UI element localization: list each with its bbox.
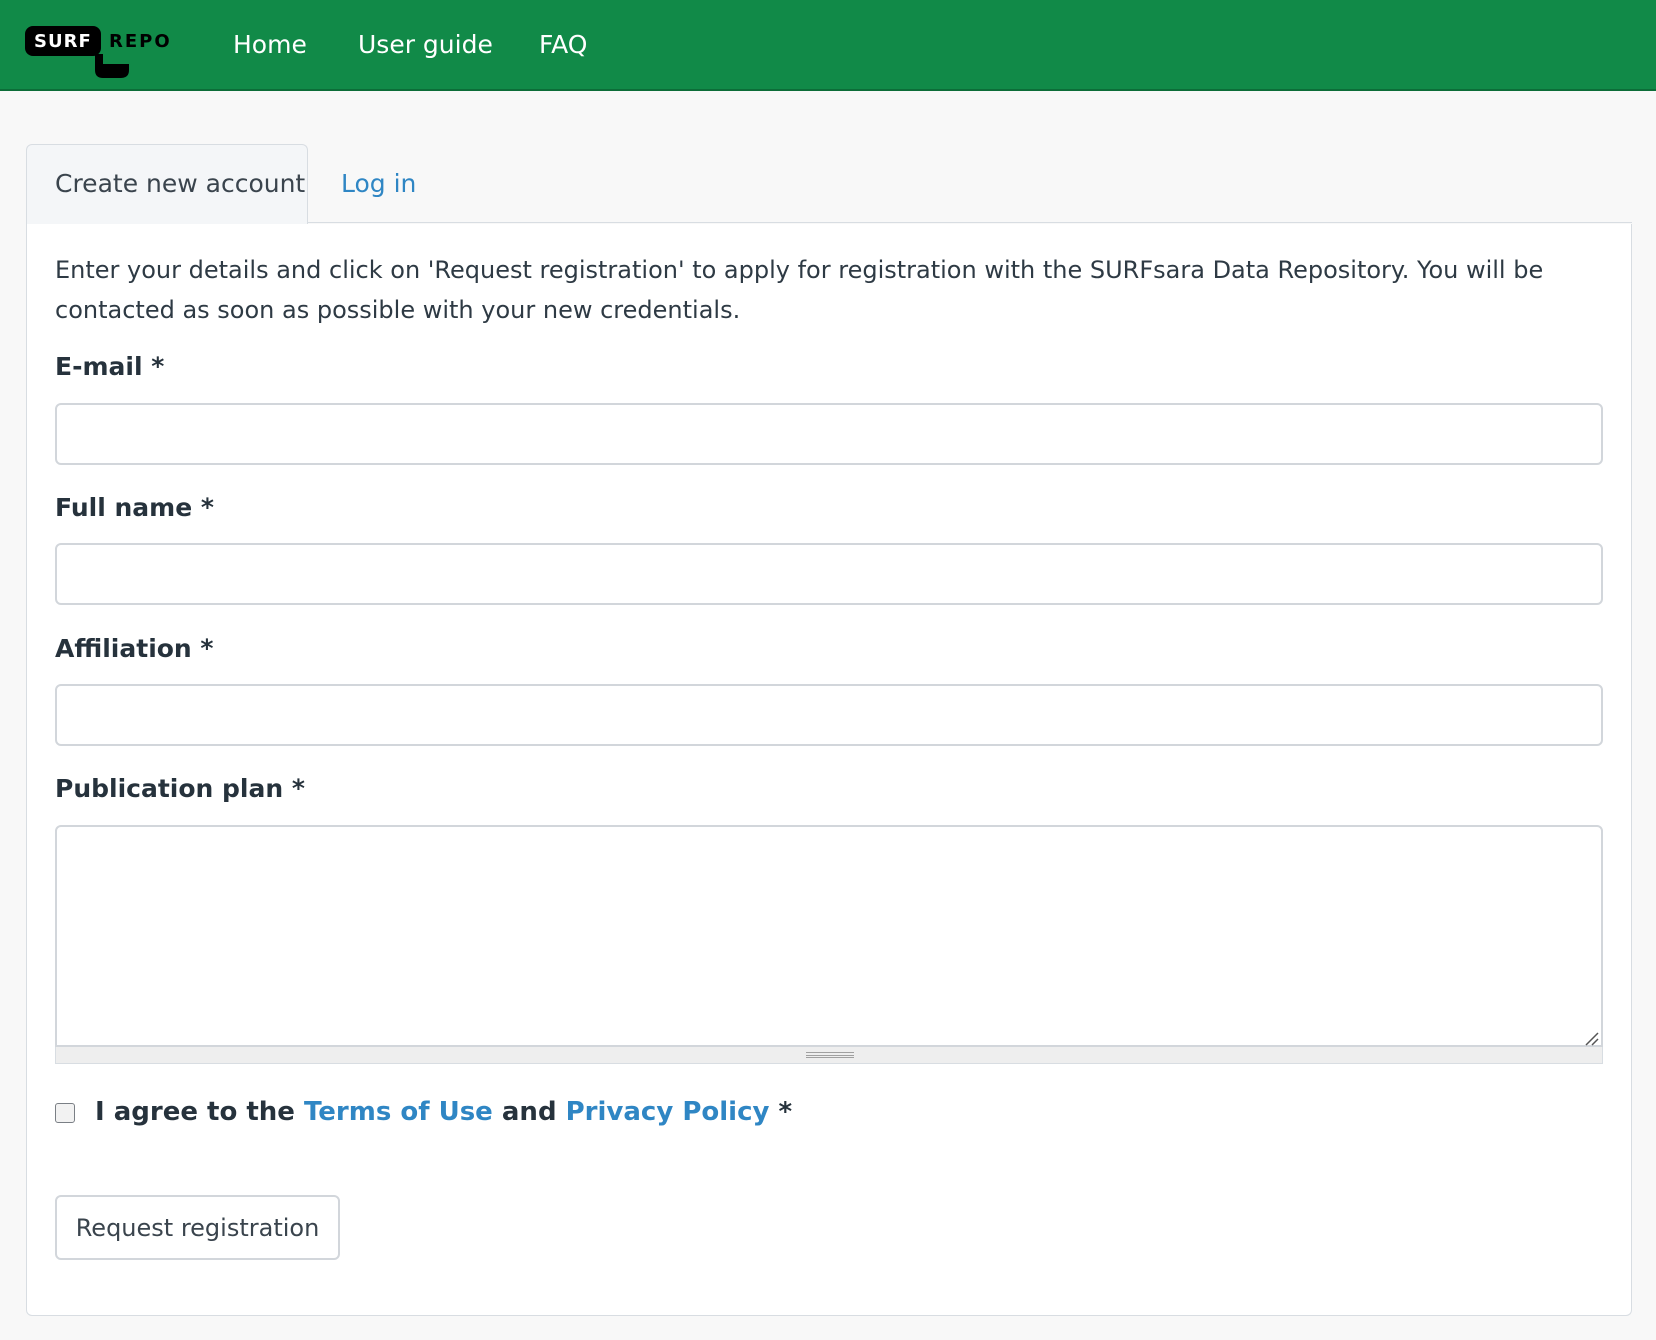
- logo-text-surf: SURF: [34, 31, 92, 52]
- agree-prefix: I agree to the: [95, 1097, 295, 1127]
- surf-repo-logo[interactable]: SURF REPO: [25, 26, 180, 80]
- agree-checkbox[interactable]: [55, 1103, 75, 1123]
- email-field[interactable]: [55, 403, 1603, 465]
- resize-handle-icon[interactable]: [1583, 1030, 1599, 1046]
- privacy-policy-link[interactable]: Privacy Policy: [566, 1097, 770, 1127]
- tab-create-account[interactable]: Create new account: [26, 144, 308, 224]
- logo-text-repo: REPO: [109, 31, 172, 52]
- email-label: E-mail *: [55, 352, 165, 381]
- nav-user-guide[interactable]: User guide: [358, 27, 493, 63]
- affiliation-label: Affiliation *: [55, 634, 214, 663]
- top-navbar: SURF REPO Home User guide FAQ: [0, 0, 1656, 91]
- full-name-field[interactable]: [55, 543, 1603, 605]
- publication-plan-label: Publication plan *: [55, 774, 305, 803]
- grippie-icon: [806, 1052, 854, 1058]
- full-name-label: Full name *: [55, 493, 214, 522]
- request-registration-button[interactable]: Request registration: [55, 1195, 340, 1260]
- tab-divider: [308, 222, 1632, 223]
- publication-plan-field[interactable]: [55, 825, 1603, 1047]
- registration-panel: [26, 224, 1632, 1316]
- intro-text: Enter your details and click on 'Request…: [55, 256, 1544, 324]
- affiliation-field[interactable]: [55, 684, 1603, 746]
- tab-log-in[interactable]: Log in: [341, 162, 416, 206]
- agree-required-mark: *: [778, 1097, 793, 1127]
- agree-middle: and: [501, 1097, 557, 1127]
- agree-label: I agree to the Terms of Use and Privacy …: [95, 1092, 792, 1132]
- nav-home[interactable]: Home: [233, 27, 307, 63]
- terms-of-use-link[interactable]: Terms of Use: [304, 1097, 493, 1127]
- nav-faq[interactable]: FAQ: [539, 27, 587, 63]
- textarea-grippie[interactable]: [55, 1047, 1603, 1064]
